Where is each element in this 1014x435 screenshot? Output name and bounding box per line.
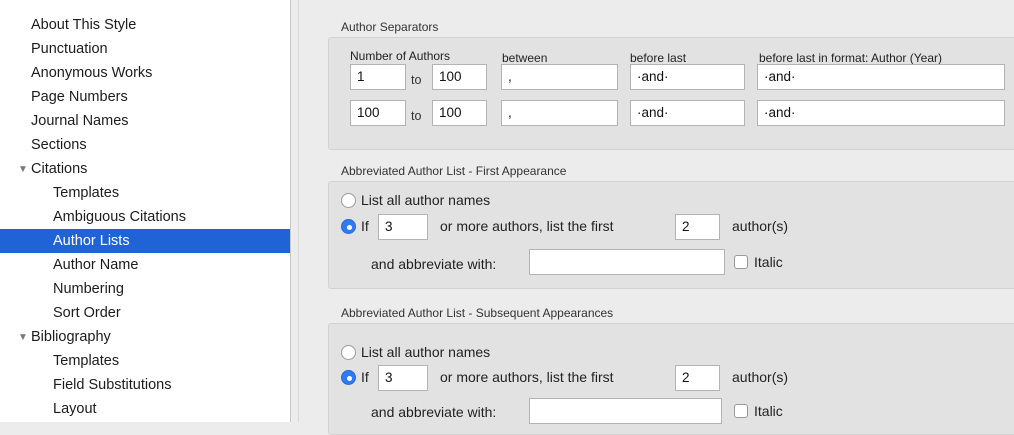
- first-if-radio[interactable]: [341, 219, 356, 234]
- between-header: between: [502, 51, 548, 65]
- sidebar-group-citations[interactable]: ▼ Citations: [0, 157, 290, 181]
- subsequent-appearances-title: Abbreviated Author List - Subsequent App…: [341, 306, 614, 320]
- subsequent-if-radio[interactable]: [341, 370, 356, 385]
- subsequent-authors-suffix: author(s): [732, 369, 789, 385]
- sidebar-item-journal-names[interactable]: Journal Names: [0, 109, 290, 133]
- first-middle-label: or more authors, list the first: [440, 218, 614, 234]
- sidebar-item-field-substitutions[interactable]: Field Substitutions: [0, 373, 290, 397]
- subsequent-abbreviate-field[interactable]: [529, 398, 722, 424]
- subsequent-appearances-box: List all author names If 3 or more autho…: [328, 323, 1014, 435]
- row2-before-last-format-field[interactable]: ·and·: [757, 100, 1005, 126]
- author-separators-title: Author Separators: [341, 20, 439, 34]
- sidebar-item-sections[interactable]: Sections: [0, 133, 290, 157]
- row1-before-last-field[interactable]: ·and·: [630, 64, 745, 90]
- sidebar-item-citations-templates[interactable]: Templates: [0, 181, 290, 205]
- first-abbrev-label: and abbreviate with:: [371, 256, 497, 272]
- first-authors-suffix: author(s): [732, 218, 789, 234]
- first-italic-checkbox[interactable]: [734, 255, 748, 269]
- first-list-all-radio[interactable]: [341, 193, 356, 208]
- first-appearance-box: List all author names If 3 or more autho…: [328, 181, 1014, 289]
- first-author-count-field[interactable]: 3: [378, 214, 428, 240]
- first-list-all-label: List all author names: [361, 192, 491, 208]
- row2-between-field[interactable]: ,: [501, 100, 618, 126]
- first-if-label: If: [361, 218, 369, 234]
- subsequent-italic-label: Italic: [754, 403, 783, 419]
- style-sections-sidebar: About This Style Punctuation Anonymous W…: [0, 0, 291, 422]
- sidebar-item-ambiguous-citations[interactable]: Ambiguous Citations: [0, 205, 290, 229]
- author-separators-box: Number of Authors between before last be…: [328, 37, 1014, 150]
- subsequent-list-all-label: List all author names: [361, 344, 491, 360]
- subsequent-if-label: If: [361, 369, 369, 385]
- sidebar-item-about-this-style[interactable]: About This Style: [0, 13, 290, 37]
- subsequent-middle-label: or more authors, list the first: [440, 369, 614, 385]
- row2-before-last-field[interactable]: ·and·: [630, 100, 745, 126]
- number-of-authors-header: Number of Authors: [350, 49, 451, 63]
- before-last-header: before last: [630, 51, 687, 65]
- disclosure-triangle-icon[interactable]: ▼: [18, 158, 31, 182]
- first-italic-label: Italic: [754, 254, 783, 270]
- sidebar-group-bibliography[interactable]: ▼ Bibliography: [0, 325, 290, 349]
- row1-to-label: to: [411, 73, 422, 87]
- row1-from-field[interactable]: 1: [350, 64, 406, 90]
- sidebar-item-author-lists[interactable]: Author Lists: [0, 229, 290, 253]
- row2-from-field[interactable]: 100: [350, 100, 406, 126]
- sidebar-item-punctuation[interactable]: Punctuation: [0, 37, 290, 61]
- row2-to-field[interactable]: 100: [432, 100, 487, 126]
- row1-before-last-format-field[interactable]: ·and·: [757, 64, 1005, 90]
- subsequent-author-count-field[interactable]: 3: [378, 365, 428, 391]
- subsequent-list-all-radio[interactable]: [341, 345, 356, 360]
- row1-to-field[interactable]: 100: [432, 64, 487, 90]
- pane-divider[interactable]: [298, 0, 299, 422]
- row2-to-label: to: [411, 109, 422, 123]
- sidebar-item-anonymous-works[interactable]: Anonymous Works: [0, 61, 290, 85]
- first-list-first-field[interactable]: 2: [675, 214, 720, 240]
- sidebar-item-page-numbers[interactable]: Page Numbers: [0, 85, 290, 109]
- sidebar-item-author-name[interactable]: Author Name: [0, 253, 290, 277]
- row1-between-field[interactable]: ,: [501, 64, 618, 90]
- author-lists-pane: Author Separators Number of Authors betw…: [300, 0, 1014, 435]
- disclosure-triangle-icon[interactable]: ▼: [18, 326, 31, 350]
- sidebar-item-numbering[interactable]: Numbering: [0, 277, 290, 301]
- subsequent-abbrev-label: and abbreviate with:: [371, 404, 497, 420]
- sidebar-item-sort-order[interactable]: Sort Order: [0, 301, 290, 325]
- first-abbreviate-field[interactable]: [529, 249, 725, 275]
- subsequent-italic-checkbox[interactable]: [734, 404, 748, 418]
- first-appearance-title: Abbreviated Author List - First Appearan…: [341, 164, 567, 178]
- sidebar-item-bibliography-templates[interactable]: Templates: [0, 349, 290, 373]
- before-last-format-header: before last in format: Author (Year): [759, 51, 942, 65]
- subsequent-list-first-field[interactable]: 2: [675, 365, 720, 391]
- sidebar-item-layout[interactable]: Layout: [0, 397, 290, 421]
